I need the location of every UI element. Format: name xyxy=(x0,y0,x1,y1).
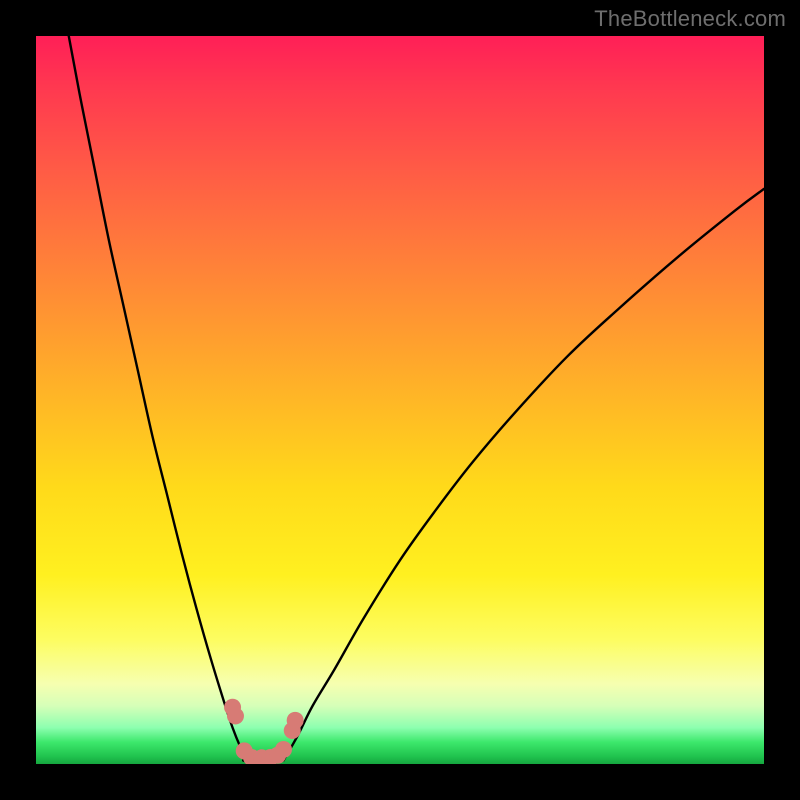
plot-area xyxy=(36,36,764,764)
series-right-curve xyxy=(284,189,764,760)
watermark-text: TheBottleneck.com xyxy=(594,6,786,32)
data-marker xyxy=(287,712,304,729)
data-marker xyxy=(227,707,244,724)
curve-layer xyxy=(36,36,764,764)
data-marker xyxy=(275,741,292,758)
series-left-curve xyxy=(69,36,247,760)
chart-frame: TheBottleneck.com xyxy=(0,0,800,800)
